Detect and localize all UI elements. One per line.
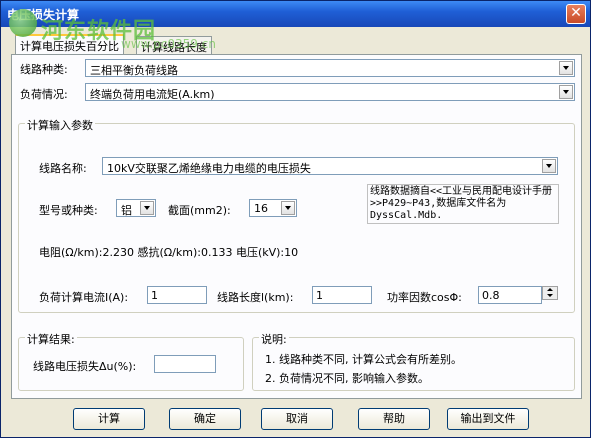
chevron-down-icon[interactable] [559, 85, 573, 99]
model-select[interactable]: 铝 [116, 199, 156, 217]
close-button[interactable]: ✕ [566, 4, 586, 24]
line-name-label: 线路名称: [39, 162, 87, 175]
input-params-title: 计算输入参数 [25, 117, 95, 133]
help-button[interactable]: 帮助 [358, 408, 430, 430]
ok-button[interactable]: 确定 [169, 408, 241, 430]
length-input[interactable]: 1 [312, 286, 372, 304]
data-source-note: 线路数据摘自<<工业与民用配电设计手册>>P429~P43,数据库文件名为Dys… [367, 184, 559, 224]
model-label: 型号或种类: [39, 204, 98, 217]
line-type-select[interactable]: 三相平衡负荷线路 [85, 59, 575, 77]
load-condition-select[interactable]: 终端负荷用电流矩(A.km) [85, 83, 575, 101]
spin-down-icon[interactable] [547, 294, 553, 297]
line-type-value: 三相平衡负荷线路 [90, 64, 178, 77]
cable-params-text: 电阻(Ω/km):2.230 感抗(Ω/km):0.133 电压(kV):10 [39, 246, 299, 259]
line-name-select[interactable]: 10kV交联聚乙烯绝缘电力电缆的电压损失 [102, 157, 558, 175]
chevron-down-icon[interactable] [140, 201, 154, 215]
calculate-button[interactable]: 计算 [73, 408, 145, 430]
section-select[interactable]: 16 [249, 199, 297, 217]
result-title: 计算结果: [25, 331, 77, 347]
chevron-down-icon[interactable] [542, 159, 556, 173]
cancel-button[interactable]: 取消 [261, 408, 333, 430]
tab-panel: 线路种类: 三相平衡负荷线路 负荷情况: 终端负荷用电流矩(A.km) 计算输入… [11, 54, 582, 399]
load-condition-label: 负荷情况: [20, 88, 68, 101]
model-value: 铝 [121, 204, 132, 217]
voltage-loss-output[interactable] [154, 355, 216, 373]
current-label: 负荷计算电流I(A): [39, 291, 129, 304]
power-factor-input[interactable]: 0.8 [478, 286, 542, 304]
dialog-window: 电压损失计算 ✕ 计算电压损失百分比 计算线路长度 线路种类: 三相平衡负荷线路… [0, 0, 591, 438]
line-name-value: 10kV交联聚乙烯绝缘电力电缆的电压损失 [107, 162, 311, 175]
spin-up-icon[interactable] [547, 288, 553, 291]
section-label: 截面(mm2): [168, 204, 231, 217]
explanation-line-2: 2. 负荷情况不同, 影响输入参数。 [265, 372, 429, 385]
length-label: 线路长度l(km): [217, 291, 294, 304]
watermark-logo-icon [9, 9, 37, 37]
power-factor-label: 功率因数cosΦ: [387, 291, 462, 304]
load-condition-value: 终端负荷用电流矩(A.km) [90, 88, 215, 101]
power-factor-spinner[interactable] [542, 286, 558, 300]
line-type-label: 线路种类: [20, 63, 68, 76]
section-value: 16 [254, 202, 268, 215]
explanation-title: 说明: [259, 331, 289, 347]
export-button[interactable]: 输出到文件 [447, 408, 529, 430]
chevron-down-icon[interactable] [559, 61, 573, 75]
chevron-down-icon[interactable] [281, 201, 295, 215]
explanation-line-1: 1. 线路种类不同, 计算公式会有所差别。 [265, 353, 462, 366]
voltage-loss-label: 线路电压损失Δu(%): [33, 360, 137, 373]
watermark-url: www.pc0359.cn [121, 37, 216, 51]
current-input[interactable]: 1 [147, 286, 207, 304]
